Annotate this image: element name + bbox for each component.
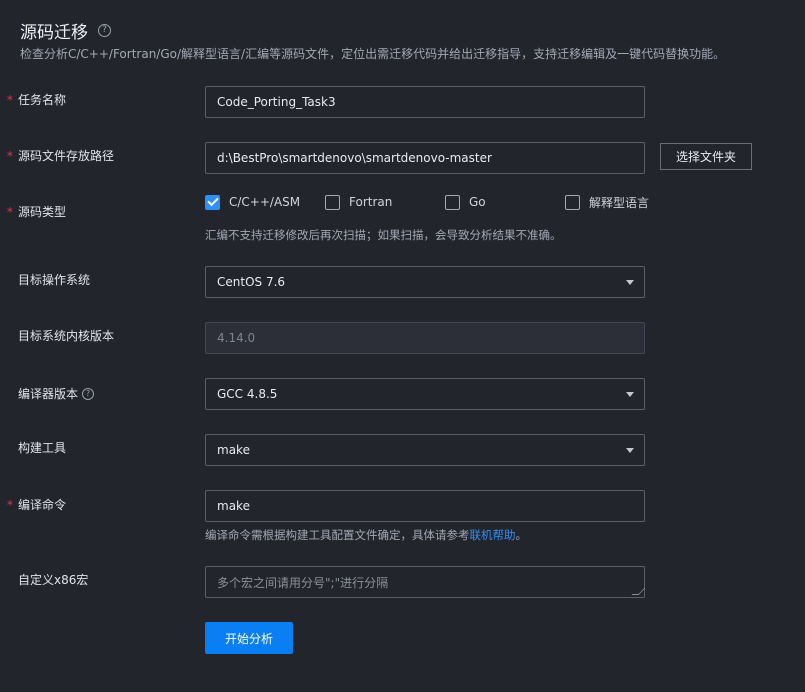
help-icon[interactable]: ?	[98, 24, 111, 37]
checkbox-unchecked-icon	[325, 194, 340, 210]
checkbox-fortran[interactable]: Fortran	[325, 194, 393, 210]
checkbox-interpreted[interactable]: 解释型语言	[565, 194, 649, 211]
build-tool-value: make	[217, 443, 250, 457]
select-folder-button[interactable]: 选择文件夹	[660, 143, 752, 170]
compiler-version-label: 编译器版本 ?	[18, 385, 95, 402]
target-os-select[interactable]: CentOS 7.6	[205, 266, 645, 298]
checkbox-unchecked-icon	[565, 194, 580, 210]
online-help-link[interactable]: 联机帮助	[470, 528, 516, 542]
chevron-down-icon	[626, 392, 634, 397]
compile-cmd-input[interactable]: make	[205, 490, 645, 522]
build-tool-label: 构建工具	[18, 441, 67, 455]
chevron-down-icon	[626, 448, 634, 453]
target-os-label: 目标操作系统	[18, 273, 91, 287]
source-path-value: d:\BestPro\smartdenovo\smartdenovo-maste…	[217, 151, 492, 165]
compile-cmd-value: make	[217, 499, 250, 513]
source-path-label: 源码文件存放路径	[18, 149, 115, 163]
compiler-version-select[interactable]: GCC 4.8.5	[205, 378, 645, 410]
checkbox-cpp-asm[interactable]: C/C++/ASM	[205, 194, 301, 210]
page-subtitle: 检查分析C/C++/Fortran/Go/解释型语言/汇编等源码文件，定位出需迁…	[20, 47, 726, 61]
compile-cmd-hint-text: 编译命令需根据构建工具配置文件确定，具体请参考	[205, 528, 470, 542]
source-path-input[interactable]: d:\BestPro\smartdenovo\smartdenovo-maste…	[205, 142, 645, 174]
required-mark: *	[7, 149, 13, 163]
checkbox-checked-icon	[205, 194, 220, 210]
chevron-down-icon	[626, 280, 634, 285]
checkbox-label: Go	[469, 195, 486, 209]
required-mark: *	[7, 93, 13, 107]
source-type-label: 源码类型	[18, 205, 67, 219]
x86-macro-placeholder: 多个宏之间请用分号";"进行分隔	[217, 575, 389, 590]
checkbox-label: C/C++/ASM	[229, 195, 301, 209]
compiler-version-value: GCC 4.8.5	[217, 387, 278, 401]
checkbox-label: Fortran	[349, 195, 393, 209]
start-analysis-button[interactable]: 开始分析	[205, 622, 293, 654]
compiler-version-label-text: 编译器版本	[18, 387, 79, 401]
checkbox-unchecked-icon	[445, 194, 460, 210]
x86-macro-textarea[interactable]: 多个宏之间请用分号";"进行分隔	[205, 566, 646, 598]
page-title-text: 源码迁移	[20, 23, 88, 43]
source-type-hint: 汇编不支持迁移修改后再次扫描；如果扫描，会导致分析结果不准确。	[205, 228, 562, 242]
x86-macro-label: 自定义x86宏	[18, 573, 89, 587]
required-mark: *	[7, 498, 13, 512]
compile-cmd-label: 编译命令	[18, 498, 67, 512]
compile-cmd-hint-suffix: 。	[515, 528, 528, 542]
help-icon[interactable]: ?	[82, 387, 95, 400]
kernel-version-label: 目标系统内核版本	[18, 329, 115, 343]
kernel-version-input: 4.14.0	[205, 322, 645, 354]
task-name-value: Code_Porting_Task3	[217, 95, 336, 109]
page-title: 源码迁移 ?	[20, 18, 111, 43]
checkbox-label: 解释型语言	[589, 195, 650, 210]
build-tool-select[interactable]: make	[205, 434, 645, 466]
target-os-value: CentOS 7.6	[217, 275, 286, 289]
compile-cmd-hint: 编译命令需根据构建工具配置文件确定，具体请参考联机帮助。	[205, 527, 527, 543]
kernel-version-value: 4.14.0	[217, 331, 256, 345]
required-mark: *	[7, 205, 13, 219]
resize-handle-icon[interactable]	[631, 588, 646, 595]
task-name-input[interactable]: Code_Porting_Task3	[205, 86, 645, 118]
checkbox-go[interactable]: Go	[445, 194, 486, 210]
task-name-label: 任务名称	[18, 93, 67, 107]
